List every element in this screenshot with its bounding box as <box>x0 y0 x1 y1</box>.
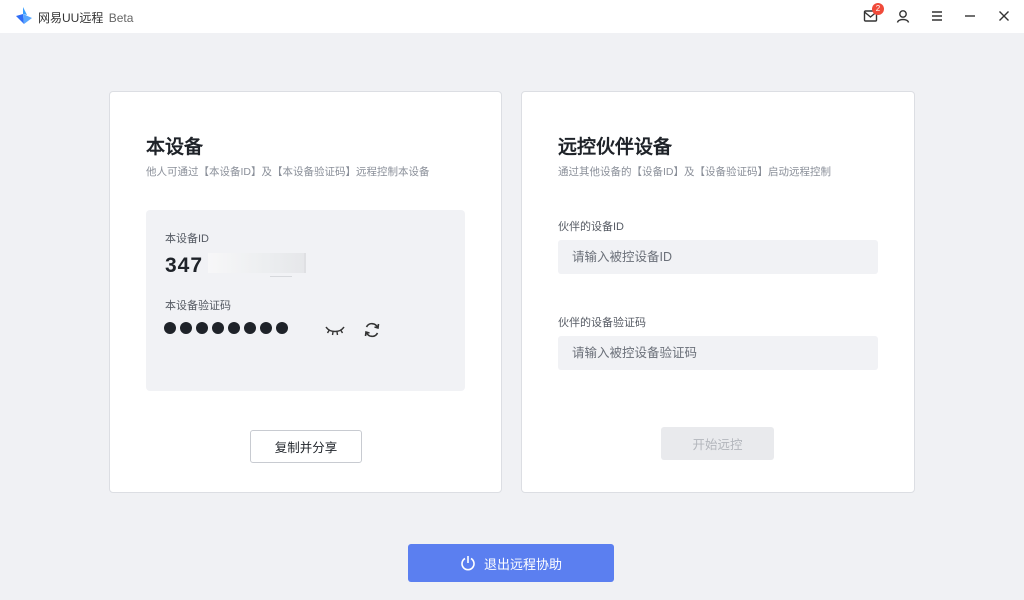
partner-device-subtitle: 通过其他设备的【设备ID】及【设备验证码】启动远程控制 <box>558 166 831 178</box>
partner-code-input[interactable] <box>558 336 878 370</box>
partner-device-card: 远控伙伴设备 通过其他设备的【设备ID】及【设备验证码】启动远程控制 伙伴的设备… <box>521 91 915 493</box>
menu-button[interactable] <box>924 4 950 28</box>
refresh-code-icon[interactable] <box>363 321 381 339</box>
user-icon <box>896 10 910 23</box>
partner-device-title: 远控伙伴设备 <box>558 137 673 158</box>
minimize-icon <box>965 15 975 17</box>
app-logo-icon <box>16 7 32 24</box>
partner-id-label: 伙伴的设备ID <box>558 221 624 233</box>
app-title: 网易UU远程 Beta <box>38 9 133 26</box>
code-dot <box>196 322 208 334</box>
code-dot <box>180 322 192 334</box>
menu-icon <box>932 11 942 21</box>
start-remote-control-button[interactable]: 开始远控 <box>661 427 774 460</box>
close-button[interactable] <box>991 4 1017 28</box>
copy-and-share-button[interactable]: 复制并分享 <box>250 430 362 463</box>
partner-code-label: 伙伴的设备验证码 <box>558 317 646 329</box>
device-id-label: 本设备ID <box>165 233 209 245</box>
local-device-card: 本设备 他人可通过【本设备ID】及【本设备验证码】远程控制本设备 本设备ID 3… <box>109 91 502 493</box>
app-name-text: 网易UU远程 <box>38 11 104 25</box>
local-device-subtitle: 他人可通过【本设备ID】及【本设备验证码】远程控制本设备 <box>146 166 430 178</box>
code-dot <box>276 322 288 334</box>
code-dot <box>212 322 224 334</box>
code-dot <box>260 322 272 334</box>
device-info-panel: 本设备ID 347 本设备验证码 <box>146 210 465 391</box>
app-beta-label: Beta <box>108 11 134 25</box>
mail-badge: 2 <box>872 3 884 15</box>
user-button[interactable] <box>890 4 916 28</box>
mail-button[interactable]: 2 <box>858 3 884 28</box>
power-icon <box>461 556 475 571</box>
device-id-redaction <box>208 253 306 273</box>
show-code-eye-closed-icon[interactable] <box>324 323 346 337</box>
code-dot <box>228 322 240 334</box>
partner-id-input[interactable] <box>558 240 878 274</box>
close-icon <box>999 11 1009 21</box>
local-device-title: 本设备 <box>146 137 204 158</box>
device-code-masked <box>164 322 288 334</box>
code-dot <box>164 322 176 334</box>
title-bar: 网易UU远程 Beta 2 <box>0 0 1024 33</box>
device-id-redaction-edge <box>270 276 292 277</box>
exit-button-label: 退出远程协助 <box>483 556 562 572</box>
code-dot <box>244 322 256 334</box>
device-id-value[interactable]: 347 <box>165 254 203 278</box>
minimize-button[interactable] <box>957 4 983 28</box>
device-code-label: 本设备验证码 <box>165 300 231 312</box>
exit-remote-assist-button[interactable]: 退出远程协助 <box>408 544 614 582</box>
